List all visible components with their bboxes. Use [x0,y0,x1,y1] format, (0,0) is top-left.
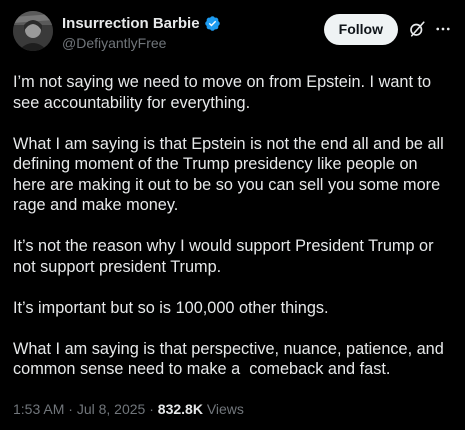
tweet-meta: 1:53 AM · Jul 8, 2025 · 832.8K Views [13,401,244,417]
tweet-paragraph: It’s not the reason why I would support … [13,237,439,276]
grok-slash-icon[interactable] [408,20,426,38]
author-display-name[interactable]: Insurrection Barbie [62,15,200,32]
tweet-paragraph: What I am saying is that perspective, nu… [13,339,449,379]
display-name-row: Insurrection Barbie [62,14,221,32]
views-count: 832.8K [157,401,203,417]
tweet-card: Insurrection Barbie @DefiyantlyFree Foll… [0,0,465,430]
tweet-header: Insurrection Barbie @DefiyantlyFree Foll… [13,10,452,58]
author-handle[interactable]: @DefiyantlyFree [62,35,221,51]
verified-badge-icon [204,15,221,32]
tweet-paragraph: I’m not saying we need to move on from E… [13,73,436,112]
meta-separator: · [68,401,73,417]
views-label: Views [206,401,244,417]
ellipsis-icon[interactable] [434,20,452,38]
tweet-date[interactable]: Jul 8, 2025 [77,401,146,417]
meta-separator: · [149,401,154,417]
avatar-image [13,11,53,51]
tweet-time[interactable]: 1:53 AM [13,401,64,417]
tweet-paragraph: What I am saying is that Epstein is not … [13,134,449,215]
tweet-text: I’m not saying we need to move on from E… [13,72,452,380]
author-names: Insurrection Barbie @DefiyantlyFree [62,14,221,51]
tweet-paragraph: It’s important but so is 100,000 other t… [13,298,329,317]
follow-button[interactable]: Follow [323,14,398,45]
avatar[interactable] [13,11,53,51]
